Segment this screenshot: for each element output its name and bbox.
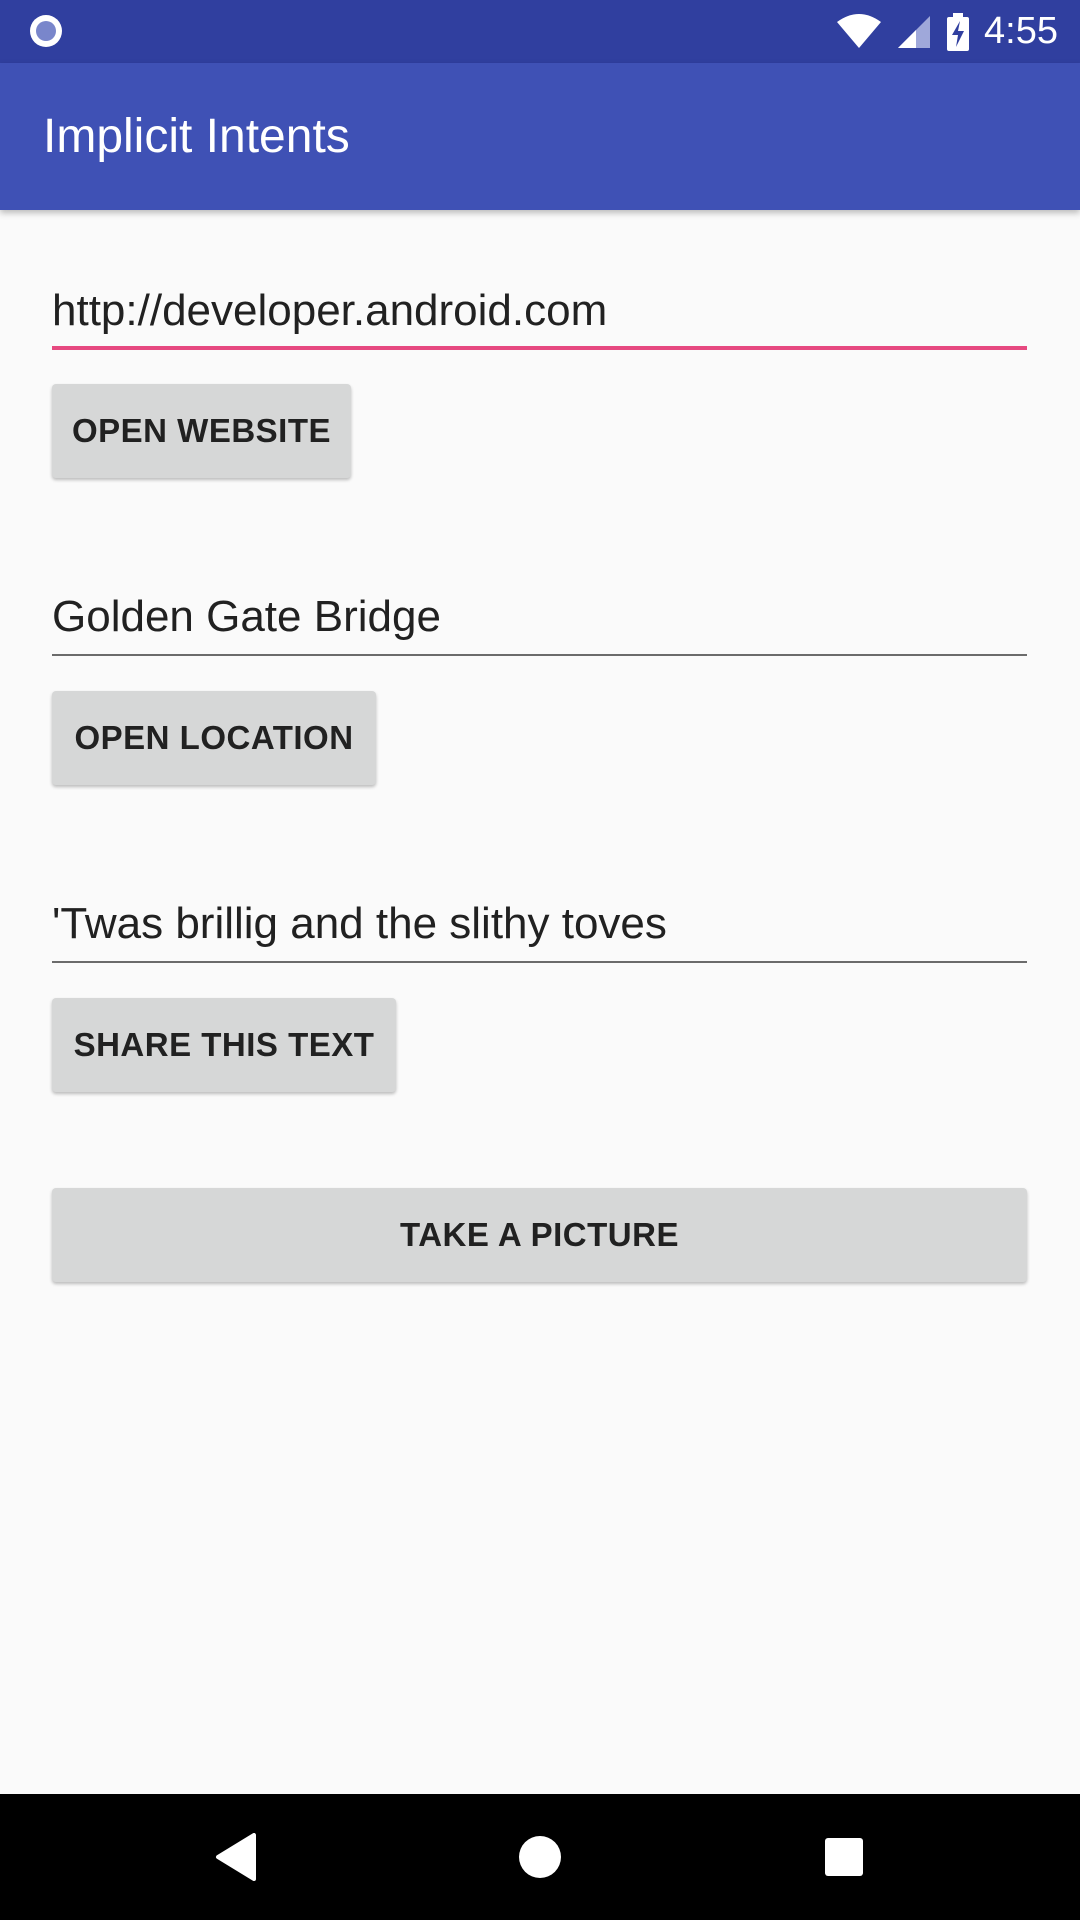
status-bar: 4:55 bbox=[0, 0, 1080, 63]
navigation-bar bbox=[0, 1794, 1080, 1920]
website-url-value: http://developer.android.com bbox=[52, 286, 608, 335]
field-underline-active bbox=[52, 346, 1027, 350]
notification-circle-icon bbox=[30, 15, 62, 47]
cellular-signal-icon bbox=[898, 15, 931, 48]
battery-charging-icon bbox=[947, 12, 970, 51]
location-value: Golden Gate Bridge bbox=[52, 592, 441, 641]
share-text-value: 'Twas brillig and the slithy toves bbox=[52, 899, 667, 948]
field-underline bbox=[52, 654, 1027, 656]
status-icons: 4:55 bbox=[836, 0, 1058, 63]
share-text-button[interactable]: SHARE THIS TEXT bbox=[52, 998, 396, 1092]
wifi-icon bbox=[837, 13, 882, 48]
status-time: 4:55 bbox=[984, 10, 1058, 52]
open-location-button[interactable]: OPEN LOCATION bbox=[52, 691, 376, 785]
nav-home-button[interactable] bbox=[480, 1794, 600, 1920]
website-url-field[interactable]: http://developer.android.com bbox=[52, 280, 1027, 350]
app-bar: Implicit Intents bbox=[0, 63, 1080, 210]
back-icon bbox=[216, 1833, 256, 1881]
app-title: Implicit Intents bbox=[43, 110, 350, 163]
recents-icon bbox=[825, 1838, 863, 1876]
share-text-field[interactable]: 'Twas brillig and the slithy toves bbox=[52, 893, 1027, 963]
field-underline bbox=[52, 961, 1027, 963]
nav-recents-button[interactable] bbox=[784, 1794, 904, 1920]
take-picture-button[interactable]: TAKE A PICTURE bbox=[52, 1188, 1027, 1282]
location-field[interactable]: Golden Gate Bridge bbox=[52, 586, 1027, 656]
open-website-button[interactable]: OPEN WEBSITE bbox=[52, 384, 351, 478]
nav-back-button[interactable] bbox=[176, 1794, 296, 1920]
home-icon bbox=[519, 1836, 561, 1878]
